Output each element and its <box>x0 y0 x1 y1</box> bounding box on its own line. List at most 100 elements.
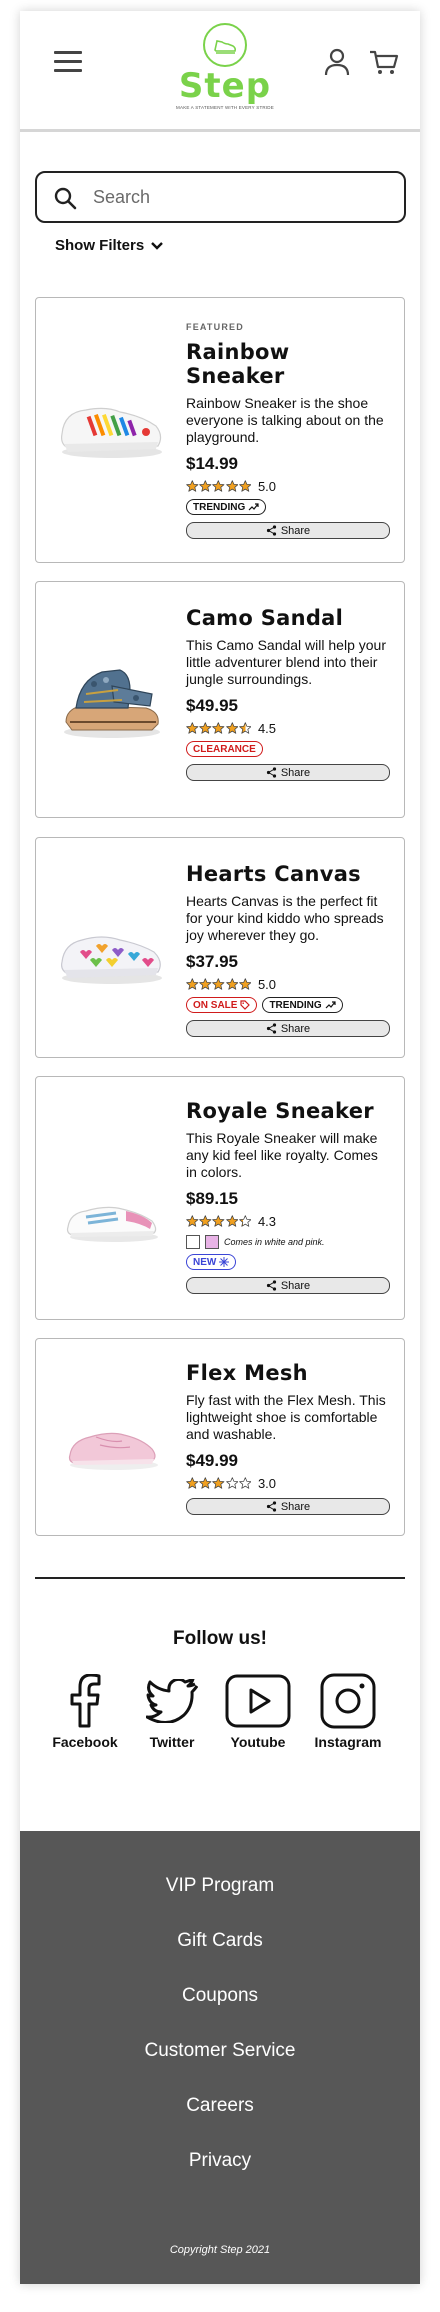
product-price: $89.15 <box>186 1189 238 1208</box>
cart-icon[interactable] <box>368 46 400 78</box>
star-icon <box>186 978 199 990</box>
social-instagram[interactable]: Instagram <box>308 1671 388 1750</box>
star-icon <box>212 480 225 492</box>
product-description: Fly fast with the Flex Mesh. This lightw… <box>186 1392 386 1442</box>
footer-link-privacy[interactable]: Privacy <box>20 2150 420 2172</box>
on-sale-badge: ON SALE <box>186 997 258 1013</box>
chevron-down-icon <box>151 241 164 250</box>
show-filters-toggle[interactable]: Show Filters <box>55 237 164 254</box>
star-icon <box>212 978 225 990</box>
product-card[interactable]: FEATURED Rainbow Sneaker Rainbow Sneaker… <box>35 297 405 563</box>
color-swatch-pink[interactable] <box>205 1235 219 1249</box>
footer-link-gift-cards[interactable]: Gift Cards <box>20 1930 420 1952</box>
badge-label: ON SALE <box>193 999 238 1011</box>
rating-value: 3.0 <box>257 1476 277 1491</box>
flex-mesh-image[interactable] <box>56 1413 166 1473</box>
product-name[interactable]: Flex Mesh <box>186 1361 392 1385</box>
star-icon <box>186 480 199 492</box>
color-swatch-white[interactable] <box>186 1235 200 1249</box>
product-info: Royale Sneaker This Royale Sneaker will … <box>186 1099 392 1294</box>
royale-sneaker-image[interactable] <box>56 1187 166 1247</box>
share-icon <box>266 767 276 778</box>
site-header: Step MAKE A STATEMENT WITH EVERY STRIDE <box>20 11 420 132</box>
product-name[interactable]: Royale Sneaker <box>186 1099 392 1123</box>
share-button[interactable]: Share <box>186 1498 390 1515</box>
product-info: Flex Mesh Fly fast with the Flex Mesh. T… <box>186 1361 392 1515</box>
product-card[interactable]: Flex Mesh Fly fast with the Flex Mesh. T… <box>35 1338 405 1536</box>
rating-value: 5.0 <box>257 977 277 992</box>
star-icon <box>225 480 238 492</box>
star-icon <box>212 1477 225 1489</box>
social-facebook[interactable]: Facebook <box>45 1671 125 1750</box>
star-icon <box>199 978 212 990</box>
product-description: This Royale Sneaker will make any kid fe… <box>186 1130 378 1180</box>
product-description: Rainbow Sneaker is the shoe everyone is … <box>186 395 384 445</box>
site-logo[interactable]: Step MAKE A STATEMENT WITH EVERY STRIDE <box>170 23 280 127</box>
badge-label: CLEARANCE <box>193 743 256 755</box>
search-box[interactable] <box>35 171 406 223</box>
badge-label: TRENDING <box>269 999 322 1011</box>
share-button[interactable]: Share <box>186 764 390 781</box>
product-rating: 3.0 <box>186 1476 392 1491</box>
footer-link-coupons[interactable]: Coupons <box>20 1985 420 2007</box>
social-youtube[interactable]: Youtube <box>218 1671 298 1750</box>
rainbow-sneaker-image[interactable] <box>56 386 166 466</box>
share-button[interactable]: Share <box>186 1020 390 1037</box>
account-icon[interactable] <box>321 46 353 78</box>
product-description: This Camo Sandal will help your little a… <box>186 637 386 687</box>
hearts-canvas-image[interactable] <box>56 910 166 990</box>
product-name[interactable]: Camo Sandal <box>186 606 392 630</box>
star-icon <box>186 1215 199 1227</box>
star-icon <box>239 1215 252 1227</box>
star-icon <box>199 1477 212 1489</box>
product-name[interactable]: Hearts Canvas <box>186 862 392 886</box>
star-icon <box>225 1215 238 1227</box>
facebook-icon <box>45 1671 125 1731</box>
footer-link-careers[interactable]: Careers <box>20 2095 420 2117</box>
rating-stars <box>186 1477 252 1490</box>
search-input[interactable] <box>93 181 383 213</box>
share-button[interactable]: Share <box>186 522 390 539</box>
badge-label: NEW <box>193 1256 217 1268</box>
star-icon <box>186 1477 199 1489</box>
product-name[interactable]: Rainbow Sneaker <box>186 340 392 388</box>
footer-link-customer-service[interactable]: Customer Service <box>20 2040 420 2062</box>
social-twitter[interactable]: Twitter <box>132 1671 212 1750</box>
social-label: Youtube <box>230 1734 286 1750</box>
copyright-text: Copyright Step 2021 <box>169 2244 271 2256</box>
social-label: Instagram <box>314 1734 382 1750</box>
show-filters-label: Show Filters <box>55 237 145 254</box>
new-badge: NEW <box>186 1254 237 1270</box>
search-icon <box>54 187 77 210</box>
rating-stars <box>186 1215 252 1228</box>
social-label: Facebook <box>52 1734 118 1750</box>
rating-value: 5.0 <box>257 479 277 494</box>
share-icon <box>266 1501 276 1512</box>
colors-note: Comes in white and pink. <box>224 1237 325 1247</box>
rating-stars <box>186 480 252 493</box>
rating-stars <box>186 722 252 735</box>
badge-row: TRENDING <box>186 499 392 515</box>
camo-sandal-image[interactable] <box>56 650 166 745</box>
rating-value: 4.3 <box>257 1214 277 1229</box>
product-card[interactable]: Hearts Canvas Hearts Canvas is the perfe… <box>35 837 405 1058</box>
trending-up-icon <box>325 1001 336 1009</box>
product-rating: 5.0 <box>186 479 392 494</box>
share-label: Share <box>280 1022 311 1035</box>
share-label: Share <box>280 1500 311 1513</box>
footer-link-vip-program[interactable]: VIP Program <box>20 1875 420 1897</box>
product-card[interactable]: Camo Sandal This Camo Sandal will help y… <box>35 581 405 818</box>
instagram-icon <box>308 1671 388 1731</box>
product-info: Camo Sandal This Camo Sandal will help y… <box>186 606 392 781</box>
twitter-icon <box>132 1671 212 1731</box>
share-icon <box>266 1280 276 1291</box>
hamburger-menu-icon[interactable] <box>54 51 82 73</box>
product-card[interactable]: Royale Sneaker This Royale Sneaker will … <box>35 1076 405 1320</box>
share-button[interactable]: Share <box>186 1277 390 1294</box>
trending-badge: TRENDING <box>186 499 267 515</box>
product-price: $14.99 <box>186 454 238 473</box>
product-rating: 4.3 <box>186 1214 392 1229</box>
product-info: FEATURED Rainbow Sneaker Rainbow Sneaker… <box>186 322 392 539</box>
color-options: Comes in white and pink. <box>186 1235 392 1249</box>
star-icon <box>225 1477 238 1489</box>
